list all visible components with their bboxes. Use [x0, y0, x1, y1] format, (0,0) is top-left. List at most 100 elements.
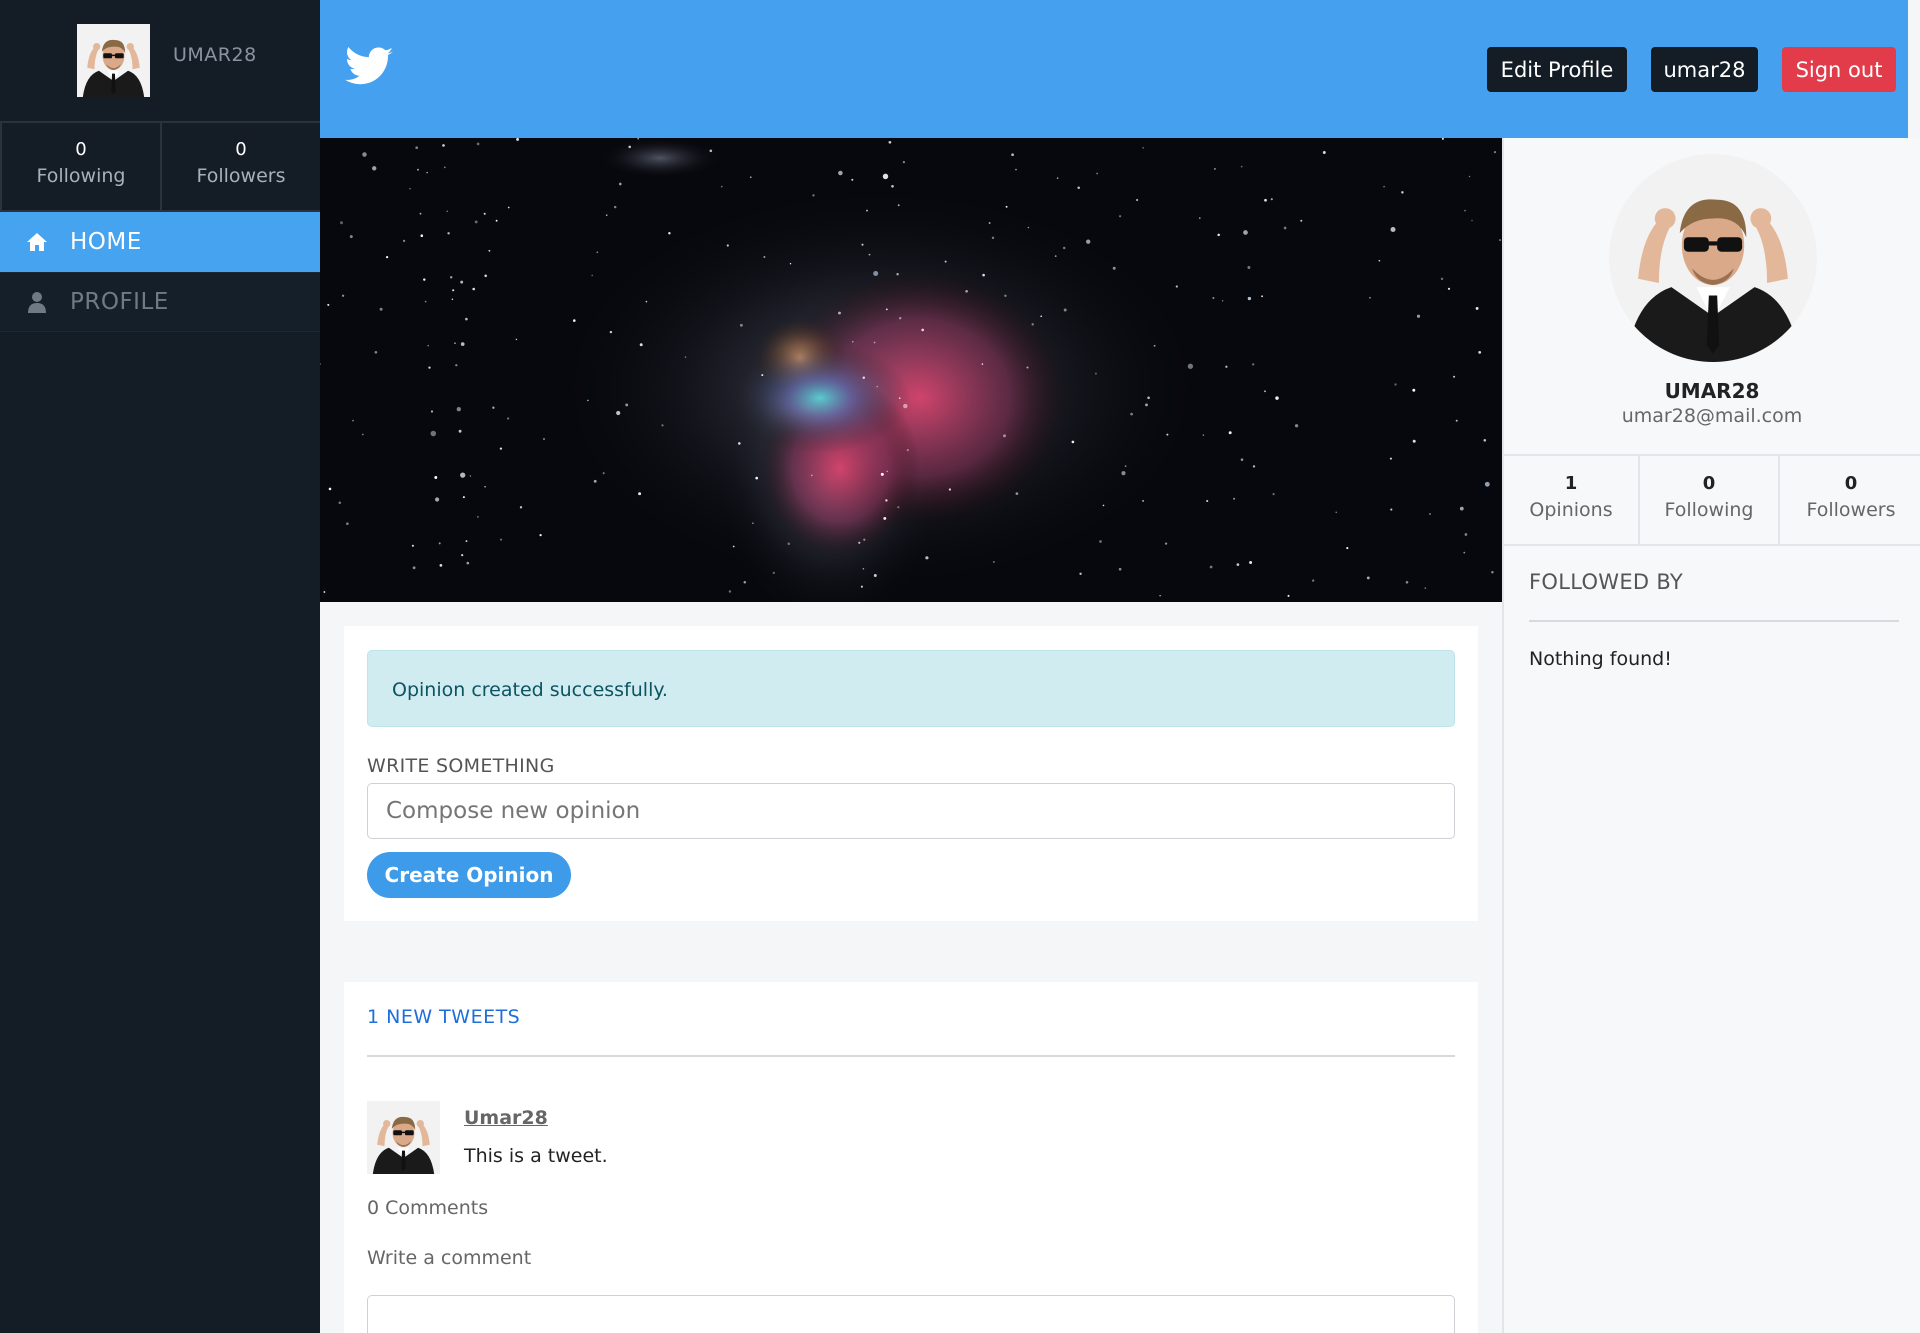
- star: [1079, 572, 1082, 575]
- star: [462, 496, 465, 499]
- compose-input[interactable]: [367, 783, 1455, 839]
- star: [1459, 506, 1464, 511]
- username-button[interactable]: umar28: [1651, 47, 1758, 92]
- profile-panel: UMAR28 umar28@mail.com 1 Opinions 0 Foll…: [1502, 138, 1920, 1333]
- star: [862, 567, 865, 570]
- sidebar-item-profile[interactable]: PROFILE: [0, 272, 320, 332]
- star: [430, 430, 437, 437]
- star: [886, 470, 888, 473]
- compose-label: WRITE SOMETHING: [367, 755, 555, 777]
- star: [412, 566, 416, 570]
- star: [1118, 567, 1122, 571]
- star: [1322, 151, 1326, 154]
- star: [1389, 457, 1392, 460]
- sign-out-button[interactable]: Sign out: [1782, 47, 1896, 92]
- star: [430, 410, 434, 413]
- star: [885, 499, 888, 502]
- star: [415, 146, 419, 150]
- star: [460, 342, 465, 346]
- sidebar-followers-count: 0: [235, 139, 247, 160]
- star: [772, 571, 775, 575]
- star: [1261, 295, 1263, 298]
- star: [876, 385, 878, 388]
- profile-avatar[interactable]: [1609, 154, 1817, 362]
- star: [988, 222, 991, 224]
- sidebar-avatar[interactable]: [77, 24, 150, 97]
- star: [1003, 434, 1006, 438]
- star: [1440, 277, 1444, 281]
- star: [1247, 266, 1251, 269]
- sidebar-item-home[interactable]: HOME: [0, 212, 320, 272]
- star: [1004, 294, 1007, 297]
- star: [1212, 296, 1215, 300]
- star: [460, 472, 466, 478]
- star: [439, 564, 443, 567]
- comment-input[interactable]: [367, 1295, 1455, 1333]
- star: [1005, 205, 1008, 208]
- star: [858, 541, 861, 544]
- star: [863, 538, 866, 541]
- star: [787, 542, 791, 545]
- star: [861, 243, 864, 246]
- star: [1164, 542, 1168, 545]
- star: [1071, 440, 1075, 444]
- new-tweets-title[interactable]: 1 NEW TWEETS: [367, 1006, 520, 1028]
- star: [1236, 563, 1240, 566]
- profile-stat-following[interactable]: 0 Following: [1640, 456, 1780, 544]
- profile-stat-opinions[interactable]: 1 Opinions: [1504, 456, 1640, 544]
- star: [1166, 433, 1169, 436]
- star: [1112, 266, 1116, 270]
- star: [903, 403, 908, 409]
- sidebar-stat-followers[interactable]: 0 Followers: [162, 123, 320, 210]
- star: [1390, 226, 1396, 233]
- star: [469, 475, 472, 477]
- star: [1493, 150, 1497, 154]
- sidebar-stat-following[interactable]: 0 Following: [0, 123, 162, 210]
- edit-profile-button[interactable]: Edit Profile: [1487, 47, 1627, 92]
- tweet-author-link[interactable]: Umar28: [464, 1107, 548, 1129]
- star: [638, 492, 642, 496]
- profile-stat-followers[interactable]: 0 Followers: [1780, 456, 1920, 544]
- star: [605, 214, 608, 217]
- star: [810, 474, 813, 477]
- star: [925, 556, 929, 560]
- star: [1206, 499, 1209, 503]
- twitter-bird-icon[interactable]: [345, 47, 393, 87]
- star: [539, 533, 542, 537]
- star: [728, 590, 732, 593]
- star: [851, 178, 854, 181]
- star: [346, 522, 349, 526]
- star: [902, 161, 905, 164]
- star: [1228, 431, 1232, 435]
- star: [484, 486, 486, 488]
- star: [402, 239, 406, 243]
- star: [896, 272, 899, 276]
- star: [385, 255, 389, 259]
- star: [443, 166, 446, 169]
- star: [868, 253, 871, 256]
- star: [1136, 198, 1139, 202]
- star: [860, 585, 863, 588]
- star: [327, 303, 330, 306]
- star: [1026, 366, 1029, 369]
- star: [726, 244, 729, 247]
- star: [374, 350, 378, 354]
- followed-by-heading: FOLLOWED BY: [1529, 570, 1684, 594]
- create-opinion-button[interactable]: Create Opinion: [367, 852, 571, 898]
- star: [1130, 412, 1133, 416]
- star: [965, 289, 968, 293]
- tweet-comments-count[interactable]: 0 Comments: [367, 1197, 488, 1219]
- star: [1118, 215, 1122, 218]
- star: [616, 410, 621, 416]
- star: [720, 185, 723, 188]
- sidebar-username: UMAR28: [173, 44, 257, 66]
- star: [454, 342, 456, 344]
- star: [755, 476, 759, 480]
- star: [323, 591, 326, 593]
- star: [645, 300, 648, 303]
- star: [1217, 233, 1220, 237]
- tweet-avatar[interactable]: [367, 1101, 440, 1174]
- star: [519, 506, 523, 509]
- star: [427, 344, 429, 347]
- star: [639, 343, 643, 347]
